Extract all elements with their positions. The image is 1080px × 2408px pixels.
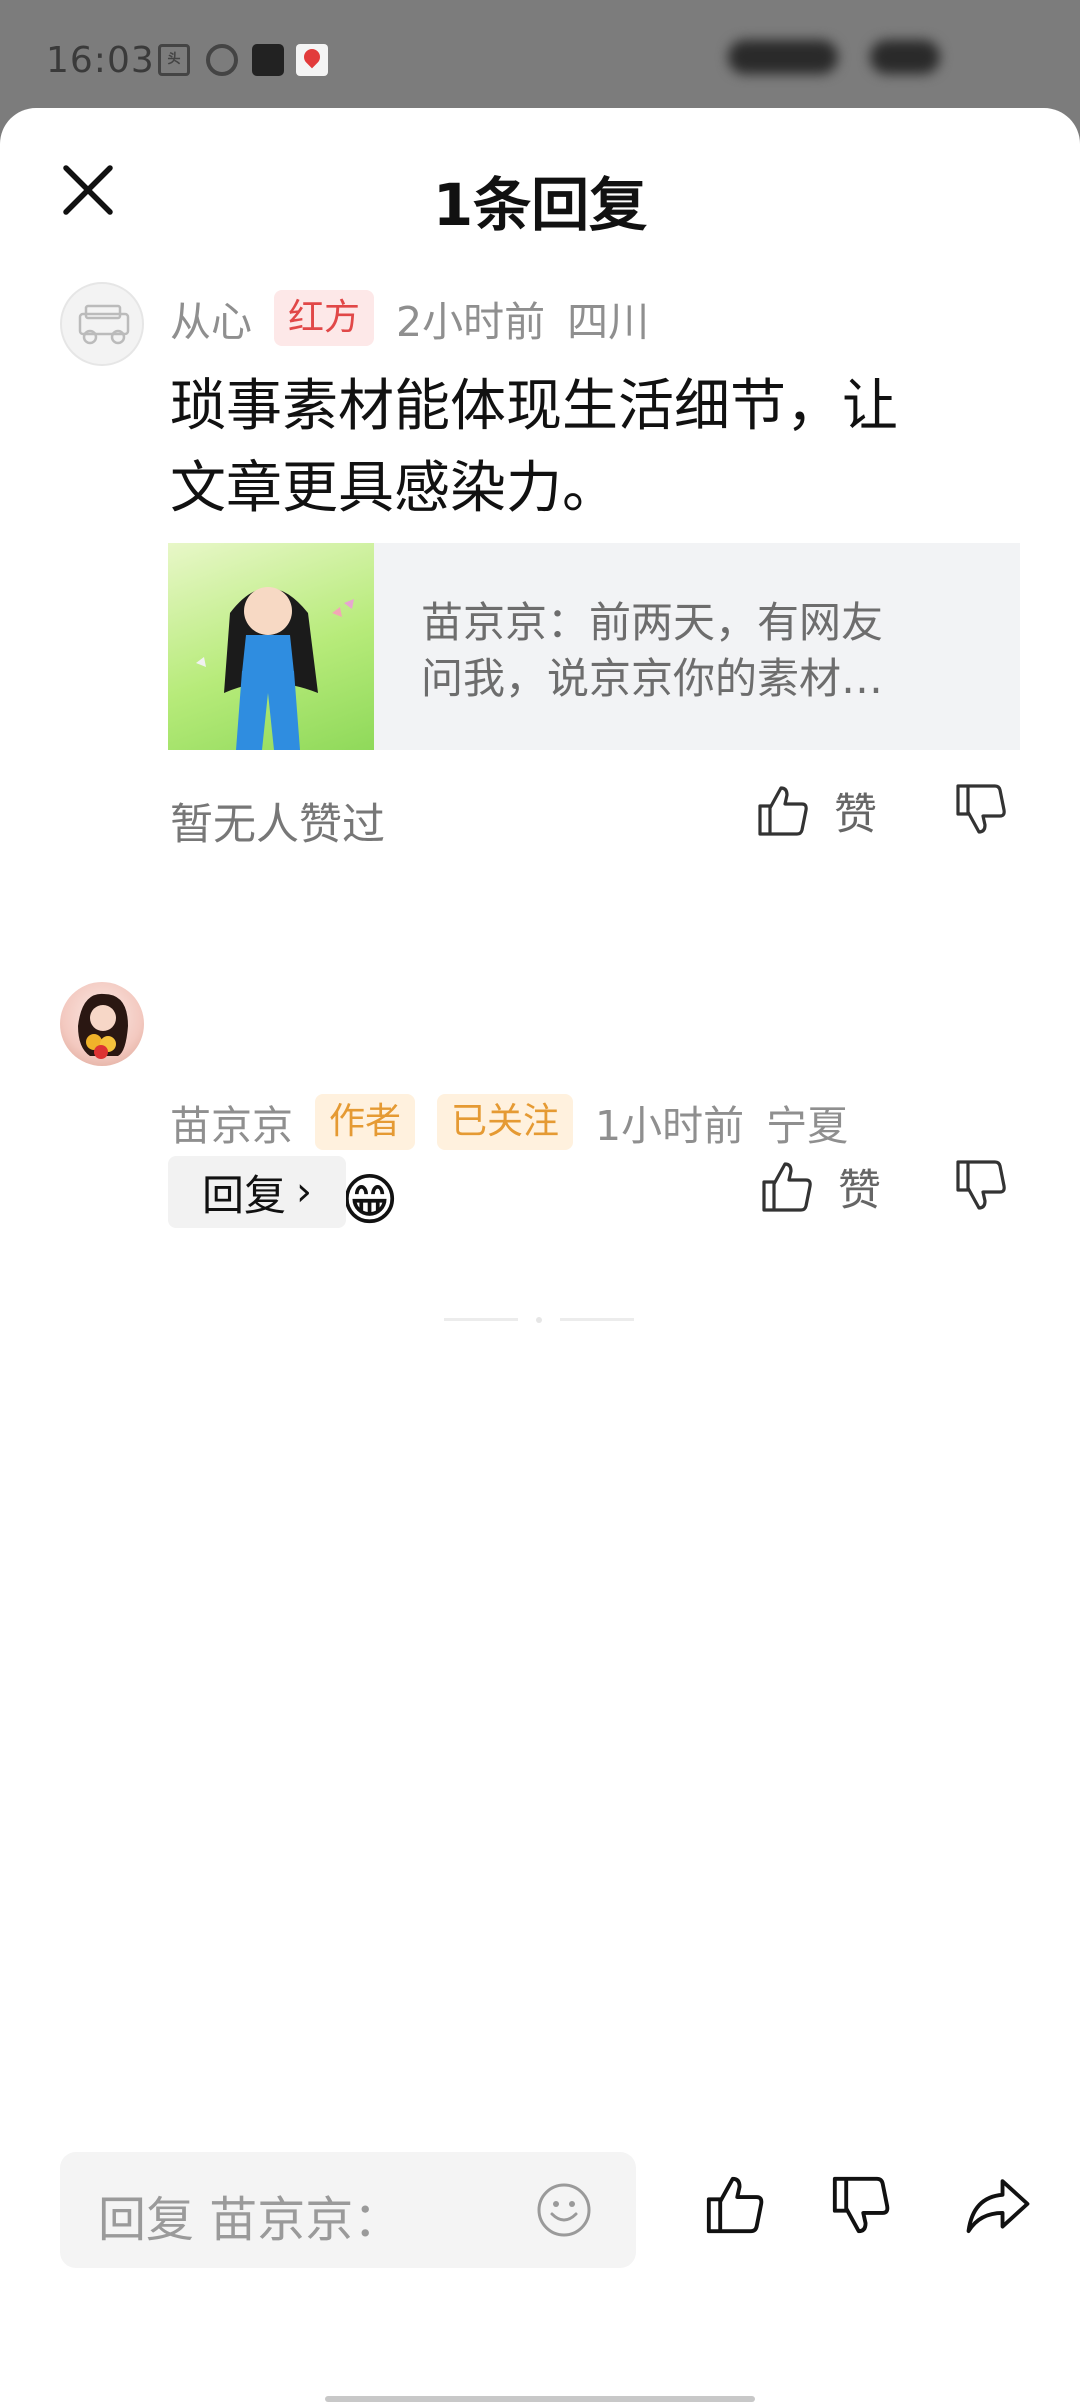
- comment-location: 宁夏: [766, 1102, 849, 1150]
- status-time: 16:03: [46, 40, 155, 81]
- comment-time: 1小时前: [595, 1102, 745, 1150]
- author-badge: 作者: [315, 1094, 416, 1150]
- comment-meta: 苗京京 作者 已关注 1小时前 宁夏: [170, 1092, 848, 1152]
- like-button[interactable]: 赞: [758, 1156, 881, 1218]
- thumbs-up-icon[interactable]: [702, 2172, 768, 2242]
- news-app-icon: 头: [158, 44, 190, 76]
- team-badge: 红方: [274, 290, 375, 346]
- comment-body: 琐事素材能体现生活细节，让 文章更具感染力。: [170, 366, 898, 530]
- like-label: 赞: [838, 1166, 881, 1216]
- thumbs-up-icon: [758, 786, 808, 836]
- comment-meta: 从心 红方 2小时前 四川: [170, 288, 649, 348]
- avatar[interactable]: [60, 282, 144, 366]
- share-icon[interactable]: [964, 2172, 1032, 2242]
- square-app-icon: [252, 44, 284, 76]
- home-indicator[interactable]: [325, 2396, 755, 2402]
- quote-thumbnail: [168, 543, 374, 750]
- status-bar: 16:03 头: [0, 0, 1080, 108]
- emoji-icon[interactable]: [536, 2182, 592, 2238]
- map-pin-icon: [296, 44, 328, 76]
- reply-input[interactable]: 回复 苗京京：: [60, 2152, 636, 2268]
- thumbs-up-icon: [762, 1162, 812, 1212]
- chevron-right-icon: ›: [296, 1169, 312, 1215]
- thumbs-down-icon: [956, 1160, 1006, 1210]
- quote-line: 苗京京：前两天，有网友: [421, 598, 884, 647]
- thumbs-down-icon[interactable]: [828, 2172, 894, 2242]
- thumbs-down-icon: [956, 784, 1006, 834]
- comment-location: 四川: [567, 298, 650, 346]
- quote-line: 问我，说京京你的素材…: [421, 654, 884, 703]
- end-divider: [444, 1318, 518, 1321]
- quoted-post-card[interactable]: 苗京京：前两天，有网友 问我，说京京你的素材…: [168, 543, 1020, 750]
- reply-sheet: 1条回复 从心 红方 2小时前 四川 琐事素材能体现生活细节，让 文章更具感染力…: [0, 108, 1080, 2408]
- hand-icon: [206, 44, 238, 76]
- blurred-status-icons: [728, 40, 838, 74]
- comment-line: 文章更具感染力。: [170, 456, 618, 521]
- reply-input-placeholder: 回复 苗京京：: [98, 2192, 402, 2248]
- no-likes-text: 暂无人赞过: [170, 800, 385, 850]
- reply-label: 回复: [201, 1170, 286, 1220]
- author-name[interactable]: 从心: [170, 288, 252, 348]
- end-dot: [536, 1317, 542, 1323]
- dislike-button[interactable]: [952, 780, 1010, 838]
- like-button[interactable]: 赞: [754, 780, 877, 842]
- comment-time: 2小时前: [396, 298, 546, 346]
- author-name[interactable]: 苗京京: [170, 1092, 293, 1152]
- avatar[interactable]: [60, 982, 144, 1066]
- page-title: 1条回复: [432, 171, 648, 239]
- quote-text: 苗京京：前两天，有网友 问我，说京京你的素材…: [421, 595, 981, 707]
- end-divider: [560, 1318, 634, 1321]
- followed-badge: 已关注: [437, 1094, 574, 1150]
- dislike-button[interactable]: [952, 1156, 1010, 1214]
- like-label: 赞: [834, 790, 877, 840]
- blurred-battery: [870, 40, 940, 74]
- reply-button[interactable]: 回复 ›: [168, 1156, 346, 1228]
- comment-line: 琐事素材能体现生活细节，让: [170, 374, 898, 439]
